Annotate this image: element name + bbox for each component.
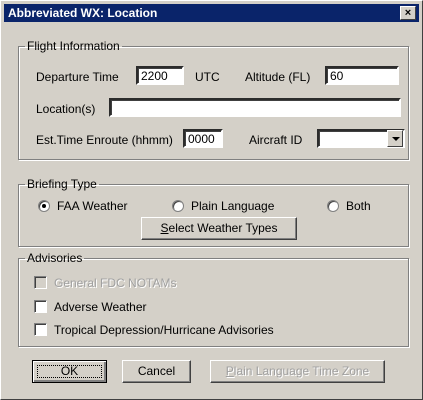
select-weather-types-accel: S [160,221,169,235]
aircraft-id-label: Aircraft ID [249,133,303,147]
radio-both-label[interactable]: Both [346,199,371,213]
checkbox-general-fdc-notams[interactable] [34,276,47,289]
departure-time-field[interactable]: 2200 [136,66,184,85]
checkbox-tropical-depression-label[interactable]: Tropical Depression/Hurricane Advisories [54,323,274,337]
radio-faa-weather-label[interactable]: FAA Weather [57,199,127,213]
window-title: Abbreviated WX: Location [8,6,158,20]
locations-field[interactable] [109,98,401,117]
radio-both[interactable] [327,200,339,212]
advisories-legend: Advisories [27,251,83,265]
close-icon: × [404,7,412,19]
est-time-enroute-field[interactable]: 0000 [183,129,223,148]
plain-language-time-zone-accel: P [225,364,234,378]
checkbox-tropical-depression[interactable] [34,323,47,336]
close-button[interactable]: × [400,6,416,20]
cancel-button[interactable]: Cancel [122,360,191,383]
radio-plain-language-label[interactable]: Plain Language [191,199,274,213]
radio-plain-language[interactable] [172,200,184,212]
flight-information-legend: Flight Information [27,39,120,53]
checkbox-general-fdc-notams-label: General FDC NOTAMs [54,276,177,290]
utc-label: UTC [195,70,220,84]
radio-faa-weather[interactable] [38,200,50,212]
ok-button-label: OK [60,364,79,378]
checkbox-adverse-weather[interactable] [34,300,47,313]
departure-time-label: Departure Time [36,70,119,84]
altitude-field[interactable]: 60 [325,66,399,85]
cancel-button-label: Cancel [137,364,176,378]
briefing-type-legend: Briefing Type [27,177,97,191]
checkbox-adverse-weather-label[interactable]: Adverse Weather [54,300,147,314]
aircraft-id-dropdown-button[interactable] [387,130,403,147]
title-bar[interactable]: Abbreviated WX: Location × [4,4,419,22]
plain-language-time-zone-text: lain Language Time Zone [233,364,370,378]
altitude-label: Altitude (FL) [245,70,311,84]
select-weather-types-text: elect Weather Types [168,221,278,235]
dialog-window: Abbreviated WX: Location × Flight Inform… [0,0,423,400]
ok-button[interactable]: OK [32,360,107,383]
select-weather-types-button[interactable]: Select Weather Types [141,217,297,240]
est-time-enroute-label: Est.Time Enroute (hhmm) [36,133,173,147]
plain-language-time-zone-button[interactable]: Plain Language Time Zone [210,360,385,383]
locations-label: Location(s) [36,102,96,116]
